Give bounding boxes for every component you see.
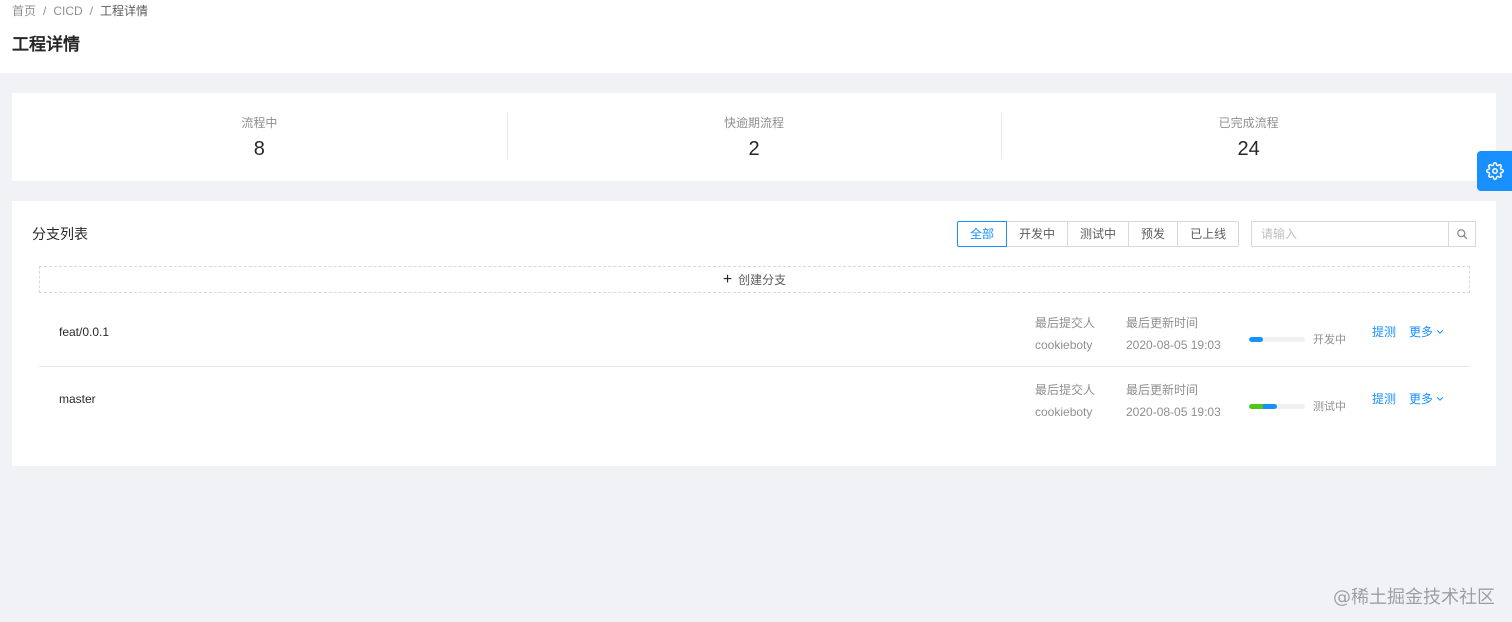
status-filter-group: 全部 开发中 测试中 预发 已上线 [957,221,1240,247]
branch-progress: 测试中 [1249,398,1346,414]
submit-test-link[interactable]: 提测 [1372,392,1396,406]
more-dropdown[interactable]: 更多 [1409,325,1444,339]
filter-released[interactable]: 已上线 [1177,221,1240,247]
status-label: 开发中 [1313,334,1346,346]
stat-value: 2 [748,138,760,160]
branch-list-card: 分支列表 全部 开发中 测试中 预发 已上线 + 创建分支 feat/0.0.1… [12,201,1496,466]
stat-value: 24 [1237,138,1260,160]
create-branch-label: 创建分支 [738,273,787,287]
stats-card: 流程中 8 快逾期流程 2 已完成流程 24 [12,93,1496,181]
committer-value: cookieboty [1035,338,1093,352]
search-input[interactable] [1251,221,1448,247]
watermark: @稀土掘金技术社区 [1333,587,1495,608]
plus-icon: + [722,270,733,288]
updated-time-col: 最后更新时间 2020-08-05 19:03 [1126,316,1221,352]
breadcrumb-cicd[interactable]: CICD [53,4,82,18]
branch-name[interactable]: feat/0.0.1 [59,325,109,339]
search-box [1251,221,1476,247]
breadcrumb-home[interactable]: 首页 [12,4,36,18]
create-branch-button[interactable]: + 创建分支 [39,266,1470,293]
chevron-down-icon [1436,330,1444,334]
row-actions: 提测 更多 [1372,325,1444,339]
stat-completed: 已完成流程 24 [1001,93,1496,181]
breadcrumb-current: 工程详情 [100,4,149,18]
committer-label: 最后提交人 [1035,316,1096,330]
progress-fill [1249,336,1263,342]
gear-icon [1485,162,1504,180]
chevron-down-icon [1436,397,1444,401]
page-header: 首页 / CICD / 工程详情 工程详情 [0,0,1512,73]
filter-staging[interactable]: 预发 [1128,221,1179,247]
stat-label: 流程中 [241,116,278,130]
committer-label: 最后提交人 [1035,383,1096,397]
page-title: 工程详情 [12,35,80,54]
branch-list-title: 分支列表 [32,226,88,242]
committer-value: cookieboty [1035,405,1093,419]
breadcrumb-separator: / [43,4,47,18]
branch-name[interactable]: master [59,392,96,406]
stat-label: 快逾期流程 [724,116,785,130]
committer-col: 最后提交人 cookieboty [1035,383,1095,419]
committer-col: 最后提交人 cookieboty [1035,316,1095,352]
more-label: 更多 [1409,325,1434,339]
branch-progress: 开发中 [1249,331,1346,347]
progress-track [1249,336,1305,342]
filter-all[interactable]: 全部 [957,221,1008,247]
more-dropdown[interactable]: 更多 [1409,392,1444,406]
breadcrumb: 首页 / CICD / 工程详情 [12,4,1500,20]
updated-time-value: 2020-08-05 19:03 [1126,338,1221,352]
stat-near-overdue: 快逾期流程 2 [506,93,1002,181]
search-button[interactable] [1448,221,1476,247]
branch-row: feat/0.0.1 最后提交人 cookieboty 最后更新时间 2020-… [39,301,1470,367]
search-icon [1457,229,1468,240]
stat-in-progress: 流程中 8 [12,93,507,181]
updated-time-label: 最后更新时间 [1126,316,1199,330]
status-label: 测试中 [1313,401,1346,413]
progress-track [1249,403,1305,409]
stat-value: 8 [253,138,265,160]
submit-test-link[interactable]: 提测 [1372,325,1396,339]
filter-testing[interactable]: 测试中 [1067,221,1130,247]
stat-label: 已完成流程 [1218,116,1279,130]
progress-fill [1249,403,1277,409]
settings-button[interactable] [1477,151,1512,191]
more-label: 更多 [1409,392,1434,406]
branch-row: master 最后提交人 cookieboty 最后更新时间 2020-08-0… [39,368,1470,434]
row-actions: 提测 更多 [1372,392,1444,406]
updated-time-value: 2020-08-05 19:03 [1126,405,1221,419]
updated-time-label: 最后更新时间 [1126,383,1199,397]
updated-time-col: 最后更新时间 2020-08-05 19:03 [1126,383,1221,419]
filter-developing[interactable]: 开发中 [1006,221,1069,247]
breadcrumb-separator: / [89,4,94,18]
